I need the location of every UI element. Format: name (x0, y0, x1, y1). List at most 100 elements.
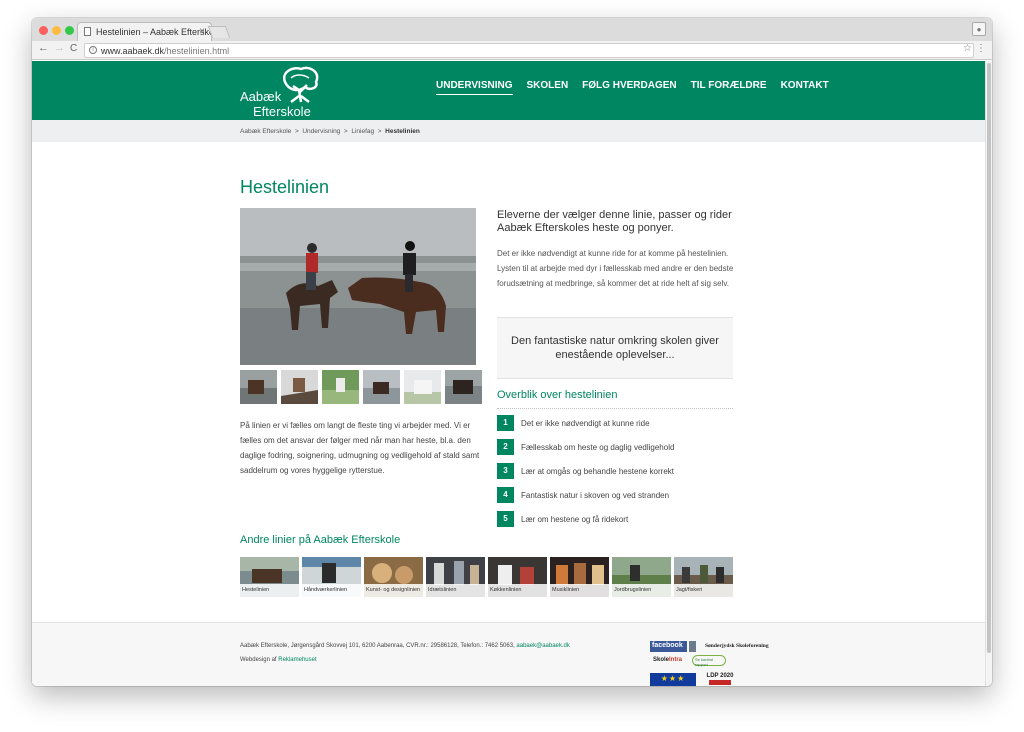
footer-credit: Webdesign af Reklamehuset (240, 657, 317, 663)
close-tab-icon[interactable]: × (199, 26, 205, 37)
page-icon (84, 27, 91, 36)
list-number: 4 (497, 487, 514, 503)
breadcrumb-separator: > (377, 128, 382, 135)
web-page: Aabæk Efterskole UNDERVISNING SKOLEN FØL… (32, 61, 985, 686)
line-card-jagt-fiskeri[interactable]: Jagt/fiskeri (674, 557, 733, 597)
line-card-label: Håndværkerlinien (302, 584, 361, 597)
scrollbar-thumb[interactable] (987, 63, 991, 653)
thumbnail[interactable] (445, 370, 482, 404)
line-card-kunst-design[interactable]: Kunst- og designlinien (364, 557, 423, 597)
other-lines-grid: Hestelinien Håndværkerlinien Kunst- og d… (240, 557, 733, 597)
line-card-idraetslinien[interactable]: Idrætslinien (426, 557, 485, 597)
profile-icon[interactable]: ● (972, 22, 986, 36)
breadcrumb: Aabæk Efterskole > Undervisning > Linief… (240, 128, 420, 135)
hero-photo[interactable] (240, 208, 476, 365)
nav-skolen[interactable]: SKOLEN (527, 80, 569, 95)
line-card-jordbrugslinien[interactable]: Jordbrugslinien (612, 557, 671, 597)
minimize-window-dot[interactable] (52, 26, 61, 35)
url-domain: www.aabaek.dk (101, 46, 165, 56)
back-icon[interactable]: ← (38, 42, 49, 54)
breadcrumb-link[interactable]: Aabæk Efterskole (240, 128, 291, 135)
nav-undervisning[interactable]: UNDERVISNING (436, 80, 513, 95)
tree-logo-icon (282, 66, 319, 103)
breadcrumb-link[interactable]: Liniefag (351, 128, 374, 135)
line-card-label: Musiklinien (550, 584, 609, 597)
thumbnail[interactable] (404, 370, 441, 404)
bookmark-star-icon[interactable]: ☆ (963, 43, 972, 54)
address-bar[interactable]: i www.aabaek.dk/hestelinien.html (84, 43, 974, 58)
logo-text-2: Efterskole (253, 104, 311, 119)
info-icon[interactable]: i (89, 46, 97, 54)
new-tab-button[interactable] (207, 26, 231, 38)
logo-text-1: Aabæk (240, 89, 282, 104)
sonderjydsk-logo[interactable]: Sønderjydsk Skoleforening (689, 641, 769, 652)
nav-til-foraeldre[interactable]: TIL FORÆLDRE (691, 80, 767, 95)
thumbnail[interactable] (363, 370, 400, 404)
list-text: Lær at omgås og behandle hestene korrekt (521, 467, 674, 476)
page-title: Hestelinien (240, 177, 330, 197)
browser-menu-icon[interactable]: ⋮ (976, 43, 986, 54)
list-text: Lær om hestene og få ridekort (521, 515, 629, 524)
line-card-label: Jordbrugslinien (612, 584, 671, 597)
ldp-logo[interactable]: LDP 2020 (705, 673, 735, 686)
webdesign-prefix: Webdesign af (240, 657, 277, 663)
skoleintra-text-b: Intra (669, 657, 683, 663)
tab-title: Hestelinien – Aabæk Efterskol (96, 27, 212, 37)
browser-window: Hestelinien – Aabæk Efterskol × ● ← → C … (32, 18, 992, 686)
webdesign-link[interactable]: Reklamehuset (278, 657, 316, 663)
photo-thumbnails (240, 370, 482, 404)
overview-title: Overblik over hestelinien (497, 389, 618, 401)
line-card-koekkenlinien[interactable]: Køkkenlinien (488, 557, 547, 597)
url-path: /hestelinien.html (164, 46, 230, 56)
quote-box: Den fantastiske natur omkring skolen giv… (497, 317, 733, 379)
list-text: Det er ikke nødvendigt at kunne ride (521, 419, 650, 428)
breadcrumb-link[interactable]: Undervisning (302, 128, 340, 135)
line-card-label: Hestelinien (240, 584, 299, 597)
close-window-dot[interactable] (39, 26, 48, 35)
eu-flag-logo[interactable]: ★★★ (650, 673, 696, 686)
site-footer: Aabæk Efterskole, Jørgensgård Skovvej 10… (32, 622, 985, 686)
line-card-label: Idrætslinien (426, 584, 485, 597)
skoleintra-logo[interactable]: SkoleIntra (650, 655, 690, 666)
line-card-haandvaerkerlinien[interactable]: Håndværkerlinien (302, 557, 361, 597)
intro-text: Eleverne der vælger denne linie, passer … (497, 209, 732, 234)
maximize-window-dot[interactable] (65, 26, 74, 35)
breadcrumb-separator: > (294, 128, 299, 135)
email-link[interactable]: aabaek@aabaek.dk (516, 643, 569, 649)
list-text: Fantastisk natur i skoven og ved strande… (521, 491, 670, 500)
line-card-musiklinien[interactable]: Musiklinien (550, 557, 609, 597)
address-text: Aabæk Efterskole, Jørgensgård Skovvej 10… (240, 643, 515, 649)
tab-bar: Hestelinien – Aabæk Efterskol × ● (32, 18, 992, 41)
description-text: Det er ikke nødvendigt at kunne ride for… (497, 249, 734, 288)
list-number: 5 (497, 511, 514, 527)
nav-folg-hverdagen[interactable]: FØLG HVERDAGEN (582, 80, 676, 95)
line-card-label: Køkkenlinien (488, 584, 547, 597)
ldp-text: LDP 2020 (706, 673, 734, 679)
breadcrumb-separator: > (343, 128, 348, 135)
skoleintra-text-a: Skole (653, 657, 670, 663)
thumbnail[interactable] (240, 370, 277, 404)
other-lines-title: Andre linier på Aabæk Efterskole (240, 534, 401, 546)
forward-icon[interactable]: → (54, 42, 65, 54)
footer-address: Aabæk Efterskole, Jørgensgård Skovvej 10… (240, 643, 570, 649)
nav-kontakt[interactable]: KONTAKT (781, 80, 829, 95)
breadcrumb-current: Hestelinien (385, 128, 420, 135)
scrollbar[interactable] (985, 61, 992, 686)
kontrolrapport-logo[interactable]: Se kontrol rapport (692, 655, 726, 667)
browser-tab[interactable]: Hestelinien – Aabæk Efterskol × (77, 22, 212, 41)
list-number: 1 (497, 415, 514, 431)
site-logo[interactable]: Aabæk Efterskole (237, 66, 337, 119)
ldp-mark (709, 680, 731, 685)
facebook-logo[interactable]: facebook (650, 641, 687, 652)
thumbnail[interactable] (281, 370, 318, 404)
list-text: Fællesskab om heste og daglig vedligehol… (521, 443, 675, 452)
line-card-label: Jagt/fiskeri (674, 584, 733, 597)
breadcrumb-bar: Aabæk Efterskole > Undervisning > Linief… (32, 120, 985, 142)
main-nav: UNDERVISNING SKOLEN FØLG HVERDAGEN TIL F… (436, 80, 829, 95)
line-card-label: Kunst- og designlinien (364, 584, 423, 597)
reload-icon[interactable]: C (70, 43, 77, 54)
divider (497, 408, 733, 409)
thumbnail[interactable] (322, 370, 359, 404)
line-card-hestelinien[interactable]: Hestelinien (240, 557, 299, 597)
list-number: 3 (497, 463, 514, 479)
